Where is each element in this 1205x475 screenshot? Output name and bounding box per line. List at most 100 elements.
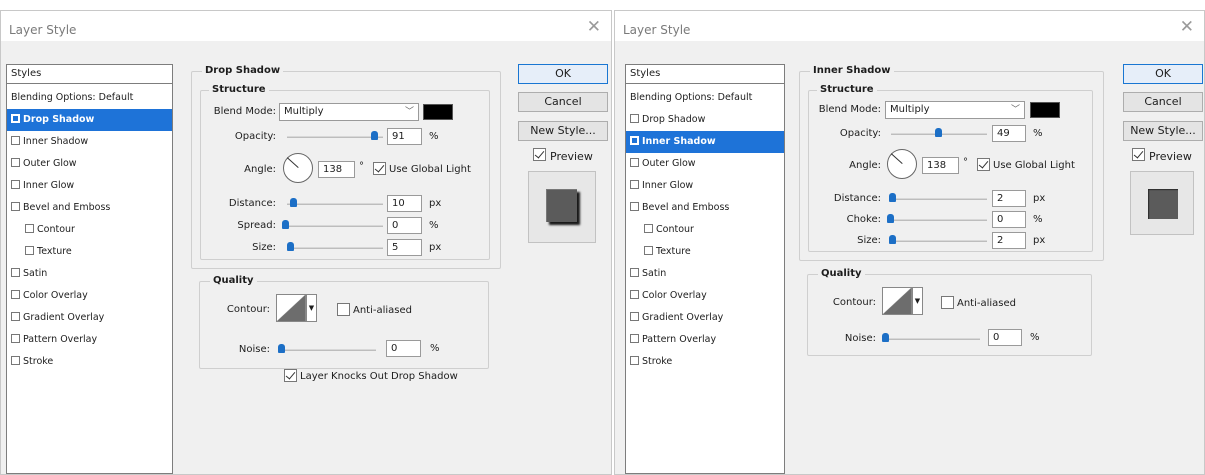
angle-dial-icon[interactable] <box>887 149 917 179</box>
style-item-contour[interactable]: Contour <box>626 219 784 241</box>
style-item-outer-glow[interactable]: Outer Glow <box>7 153 172 175</box>
spread-slider-track[interactable] <box>287 225 383 227</box>
style-checkbox[interactable] <box>11 136 20 145</box>
style-item-stroke[interactable]: Stroke <box>7 351 172 373</box>
style-item-color-overlay[interactable]: Color Overlay <box>626 285 784 307</box>
cancel-button[interactable]: Cancel <box>1123 92 1203 112</box>
style-item-stroke[interactable]: Stroke <box>626 351 784 373</box>
size-slider-handle[interactable] <box>889 235 896 244</box>
spread-input[interactable]: 0 <box>387 217 422 234</box>
style-checkbox[interactable] <box>644 246 653 255</box>
new-style-button[interactable]: New Style... <box>518 121 608 141</box>
choke-slider-handle[interactable] <box>887 214 894 223</box>
size-slider-track[interactable] <box>287 247 383 249</box>
distance-slider-track[interactable] <box>287 203 383 205</box>
style-checkbox[interactable] <box>11 114 20 123</box>
distance-input[interactable]: 10 <box>387 195 422 212</box>
style-item-bevel-and-emboss[interactable]: Bevel and Emboss <box>7 197 172 219</box>
style-item-pattern-overlay[interactable]: Pattern Overlay <box>7 329 172 351</box>
style-item-gradient-overlay[interactable]: Gradient Overlay <box>626 307 784 329</box>
style-checkbox[interactable] <box>25 224 34 233</box>
style-checkbox[interactable] <box>630 202 639 211</box>
style-checkbox[interactable] <box>630 180 639 189</box>
preview-checkbox[interactable] <box>1132 148 1145 161</box>
style-item-color-overlay[interactable]: Color Overlay <box>7 285 172 307</box>
cancel-button[interactable]: Cancel <box>518 92 608 112</box>
style-item-satin[interactable]: Satin <box>626 263 784 285</box>
close-icon[interactable]: ✕ <box>1180 19 1194 36</box>
style-checkbox[interactable] <box>11 268 20 277</box>
style-item-inner-glow[interactable]: Inner Glow <box>626 175 784 197</box>
style-item-gradient-overlay[interactable]: Gradient Overlay <box>7 307 172 329</box>
style-item-inner-shadow[interactable]: Inner Shadow <box>626 131 784 153</box>
use-global-light-checkbox[interactable] <box>977 158 990 171</box>
style-checkbox[interactable] <box>11 312 20 321</box>
contour-picker[interactable] <box>882 287 912 315</box>
opacity-slider-handle[interactable] <box>370 131 378 140</box>
style-item-satin[interactable]: Satin <box>7 263 172 285</box>
contour-picker[interactable] <box>276 294 306 322</box>
new-style-button[interactable]: New Style... <box>1123 121 1203 141</box>
style-checkbox[interactable] <box>644 224 653 233</box>
size-slider-handle[interactable] <box>287 242 294 251</box>
style-item-inner-shadow[interactable]: Inner Shadow <box>7 131 172 153</box>
choke-input[interactable]: 0 <box>992 211 1026 228</box>
contour-dropdown[interactable]: ▼ <box>306 294 317 322</box>
size-slider-track[interactable] <box>891 240 987 242</box>
distance-slider-handle[interactable] <box>889 193 896 202</box>
angle-input[interactable]: 138 <box>318 161 355 178</box>
anti-aliased-checkbox[interactable] <box>941 296 954 309</box>
style-item-bevel-and-emboss[interactable]: Bevel and Emboss <box>626 197 784 219</box>
style-item-drop-shadow[interactable]: Drop Shadow <box>626 109 784 131</box>
styles-header[interactable]: Styles <box>6 64 173 84</box>
style-item-blending-options-default[interactable]: Blending Options: Default <box>626 87 784 109</box>
blend-mode-select[interactable]: Multiply ﹀ <box>279 103 419 121</box>
style-item-pattern-overlay[interactable]: Pattern Overlay <box>626 329 784 351</box>
style-item-outer-glow[interactable]: Outer Glow <box>626 153 784 175</box>
opacity-slider-handle[interactable] <box>934 128 942 137</box>
ok-button[interactable]: OK <box>518 64 608 84</box>
style-checkbox[interactable] <box>630 158 639 167</box>
style-checkbox[interactable] <box>630 334 639 343</box>
opacity-slider-track[interactable] <box>287 136 383 138</box>
choke-slider-track[interactable] <box>891 219 987 221</box>
style-checkbox[interactable] <box>630 312 639 321</box>
style-item-contour[interactable]: Contour <box>7 219 172 241</box>
close-icon[interactable]: ✕ <box>587 19 601 36</box>
shadow-color-swatch[interactable] <box>423 104 453 120</box>
preview-checkbox[interactable] <box>533 148 546 161</box>
distance-slider-track[interactable] <box>891 198 987 200</box>
contour-dropdown[interactable]: ▼ <box>912 287 923 315</box>
noise-slider-handle[interactable] <box>278 344 285 353</box>
distance-slider-handle[interactable] <box>290 198 297 207</box>
style-checkbox[interactable] <box>11 180 20 189</box>
shadow-color-swatch[interactable] <box>1030 102 1060 118</box>
styles-header[interactable]: Styles <box>625 64 785 84</box>
layer-knocks-out-checkbox[interactable] <box>284 369 297 382</box>
style-checkbox[interactable] <box>630 290 639 299</box>
noise-slider-handle[interactable] <box>882 333 889 342</box>
spread-slider-handle[interactable] <box>282 220 289 229</box>
style-checkbox[interactable] <box>11 158 20 167</box>
style-checkbox[interactable] <box>11 290 20 299</box>
opacity-input[interactable]: 49 <box>992 125 1026 142</box>
ok-button[interactable]: OK <box>1123 64 1203 84</box>
angle-input[interactable]: 138 <box>922 157 959 174</box>
style-checkbox[interactable] <box>11 202 20 211</box>
use-global-light-checkbox[interactable] <box>373 162 386 175</box>
style-item-texture[interactable]: Texture <box>7 241 172 263</box>
style-item-inner-glow[interactable]: Inner Glow <box>7 175 172 197</box>
style-item-texture[interactable]: Texture <box>626 241 784 263</box>
style-item-blending-options-default[interactable]: Blending Options: Default <box>7 87 172 109</box>
noise-input[interactable]: 0 <box>988 329 1022 346</box>
noise-slider-track[interactable] <box>884 338 980 340</box>
style-item-drop-shadow[interactable]: Drop Shadow <box>7 109 172 131</box>
style-checkbox[interactable] <box>630 114 639 123</box>
style-checkbox[interactable] <box>11 356 20 365</box>
angle-dial-icon[interactable] <box>283 153 313 183</box>
style-checkbox[interactable] <box>630 136 639 145</box>
size-input[interactable]: 5 <box>387 239 422 256</box>
noise-input[interactable]: 0 <box>386 340 421 357</box>
opacity-input[interactable]: 91 <box>387 128 422 145</box>
style-checkbox[interactable] <box>11 334 20 343</box>
